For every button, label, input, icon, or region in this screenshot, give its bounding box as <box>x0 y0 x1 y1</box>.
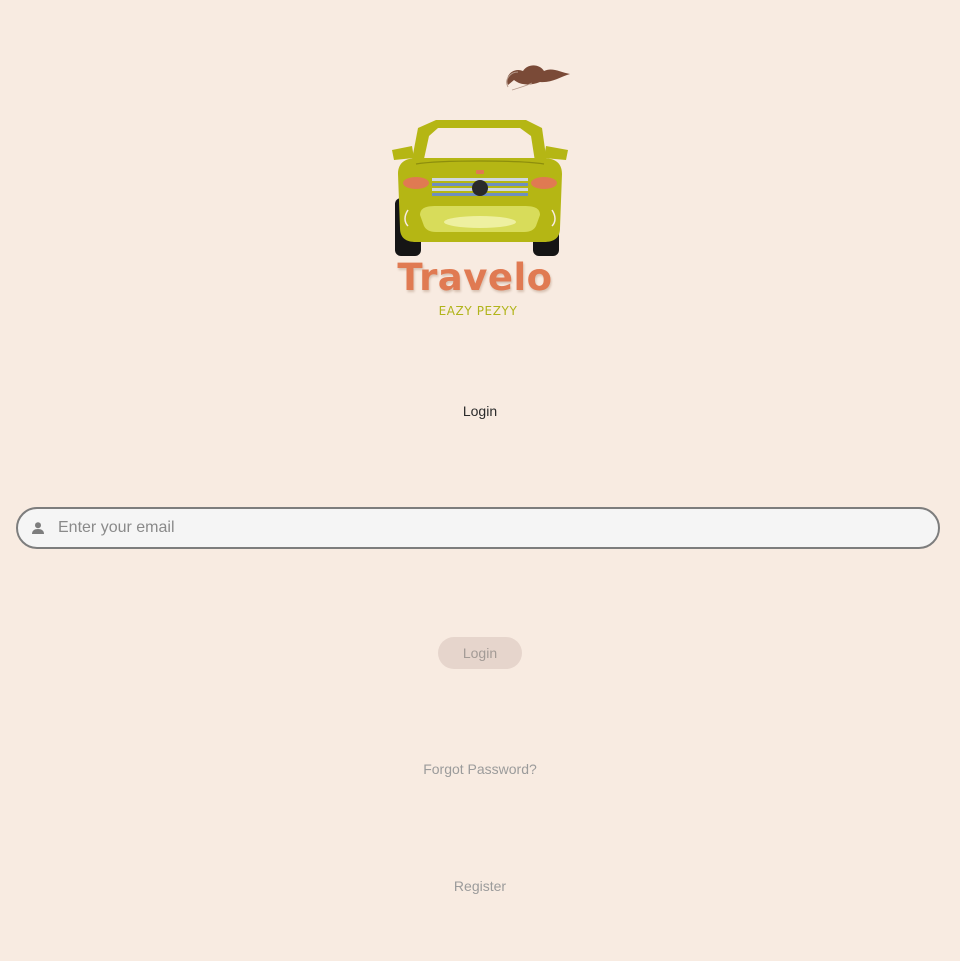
register-link-row: Register <box>0 878 960 894</box>
login-button[interactable]: Login <box>438 637 522 669</box>
email-field[interactable] <box>16 507 940 549</box>
email-input[interactable] <box>56 518 920 538</box>
car-rear-icon <box>392 120 568 256</box>
register-link[interactable]: Register <box>454 878 506 894</box>
forgot-password-link-row: Forgot Password? <box>0 761 960 777</box>
brand-tagline: EAZY PEZYY <box>438 304 518 318</box>
forgot-password-link[interactable]: Forgot Password? <box>423 761 537 777</box>
person-icon <box>30 520 46 536</box>
app-logo: Travelo EAZY PEZYY <box>380 50 580 330</box>
brand-name: Travelo <box>397 256 553 299</box>
page-title: Login <box>462 403 498 419</box>
